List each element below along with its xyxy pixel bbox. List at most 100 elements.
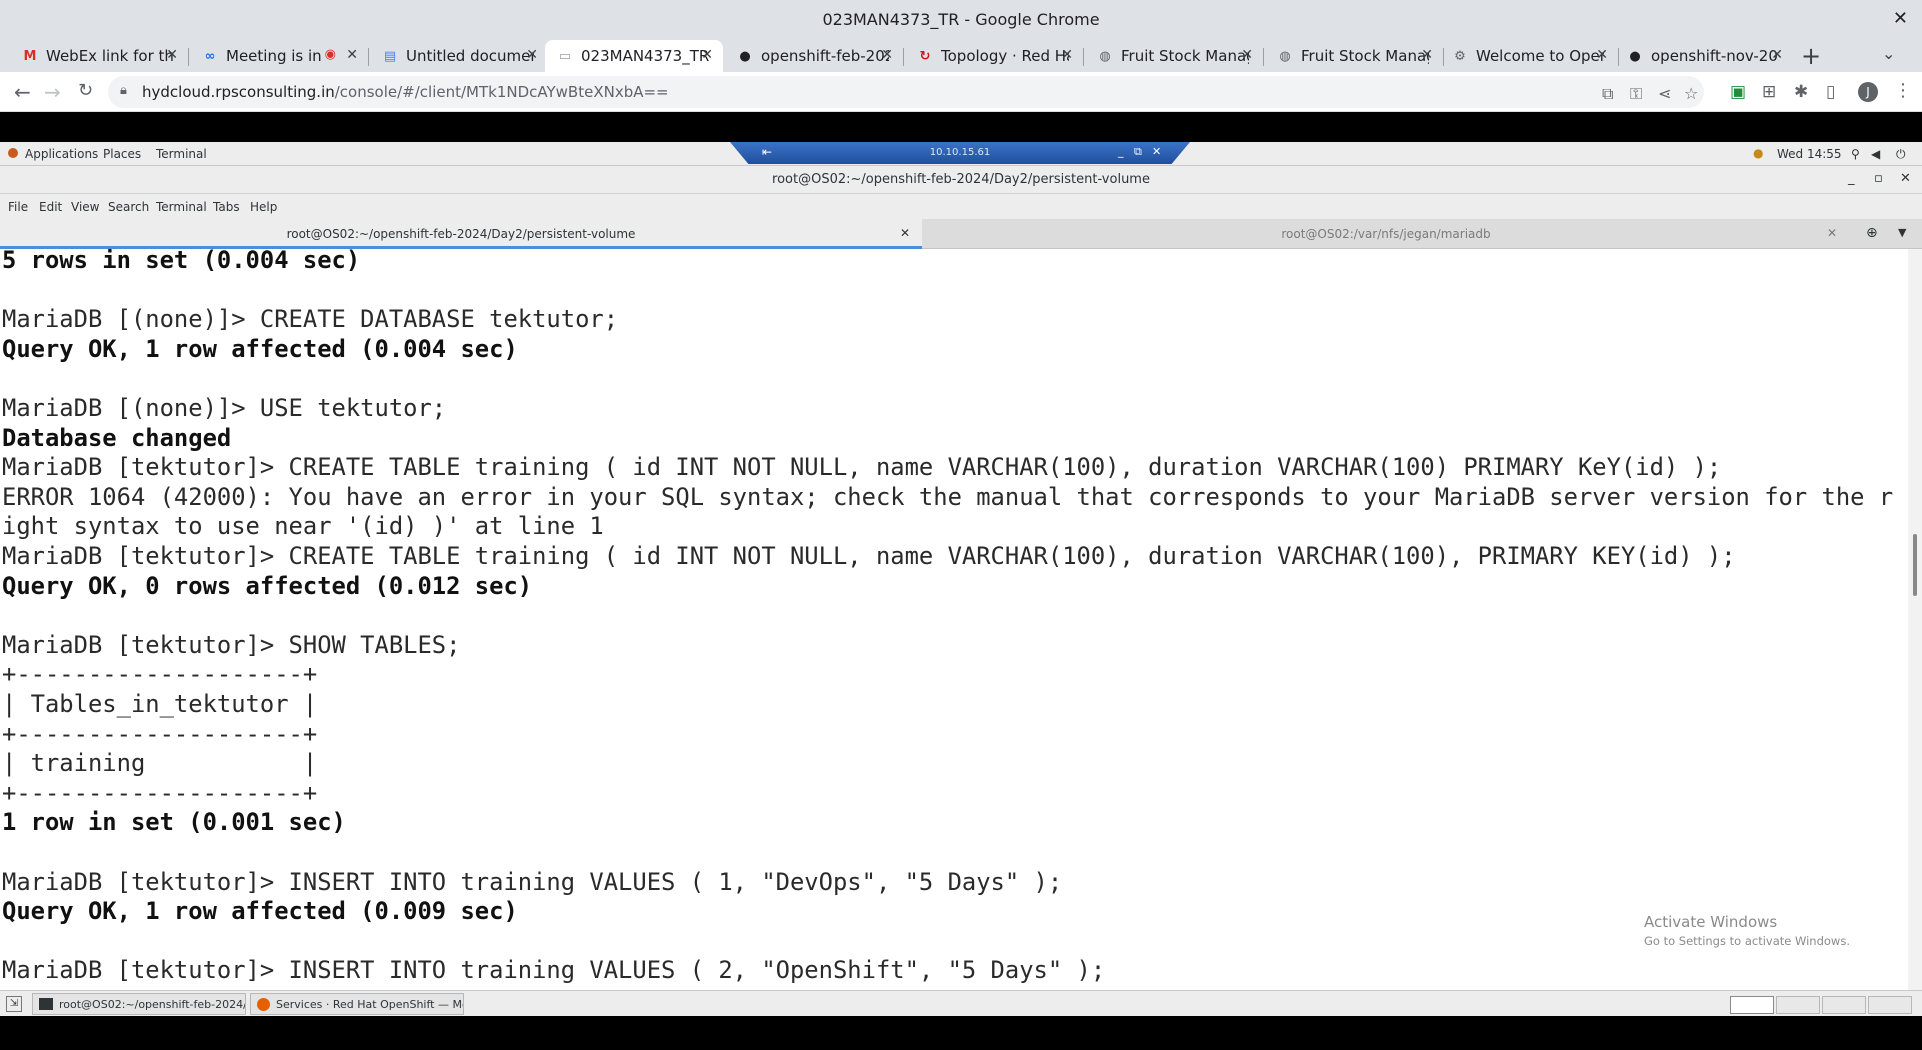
terminal-scrollbar[interactable]	[1908, 249, 1922, 990]
tab-list-chevron-down-icon[interactable]: ▼	[1898, 226, 1906, 239]
terminal-close-icon[interactable]: ✕	[1900, 171, 1911, 186]
install-app-icon[interactable]: ⧉	[1602, 84, 1613, 104]
terminal-line: 1 row in set (0.001 sec)	[2, 808, 346, 837]
globe-icon: ◍	[1099, 48, 1111, 64]
puzzle-icon[interactable]: ✱	[1794, 82, 1808, 102]
window-close-icon[interactable]: ✕	[1893, 8, 1908, 29]
confluence-icon: ∞	[204, 48, 216, 64]
places-menu[interactable]: Places	[103, 147, 141, 161]
tab-close-icon[interactable]: ✕	[1771, 47, 1783, 63]
remote-close-icon[interactable]: ✕	[1152, 145, 1161, 158]
close-icon[interactable]: ✕	[900, 226, 910, 240]
menu-terminal[interactable]: Terminal	[156, 200, 207, 214]
workspace-2[interactable]	[1776, 996, 1820, 1014]
browser-tab[interactable]: ● openshift-nov-2023✕	[1615, 40, 1793, 72]
extension-icon[interactable]: ⊞	[1762, 82, 1776, 102]
volume-icon[interactable]: ◀︎	[1871, 147, 1880, 161]
browser-tab-label: openshift-feb-2024	[761, 47, 889, 65]
terminal-line: ight syntax to use near '(id) )' at line…	[2, 512, 604, 541]
tab-close-icon[interactable]: ✕	[1241, 47, 1253, 63]
browser-tab[interactable]: ◍ Fruit Stock Manager✕	[1265, 40, 1443, 72]
browser-tab[interactable]: M WebEx link for the ✕	[10, 40, 188, 72]
menu-view[interactable]: View	[71, 200, 99, 214]
terminal-line: MariaDB [(none)]> CREATE DATABASE tektut…	[2, 305, 619, 334]
browser-tab[interactable]: ▭ 023MAN4373_TR ✕	[545, 40, 723, 72]
tab-close-icon[interactable]: ✕	[881, 47, 893, 63]
taskbar-item-firefox[interactable]: Services · Red Hat OpenShift — Mo...	[250, 993, 464, 1015]
new-tab-icon[interactable]: ⊕	[1866, 225, 1878, 241]
menu-tabs[interactable]: Tabs	[213, 200, 240, 214]
remote-session-border	[0, 112, 1922, 142]
openshift-icon: ↻	[919, 48, 931, 64]
workspace-3[interactable]	[1822, 996, 1866, 1014]
share-icon[interactable]: ⋖	[1658, 84, 1671, 103]
tab-close-icon[interactable]: ✕	[701, 47, 713, 63]
tab-close-icon[interactable]: ✕	[346, 47, 358, 63]
browser-tab-label: WebEx link for the	[46, 47, 174, 65]
terminal-line: MariaDB [(none)]> USE tektutor;	[2, 394, 447, 422]
browser-tab[interactable]: ▤ Untitled document ✕	[370, 40, 548, 72]
network-icon[interactable]: ⚲	[1851, 147, 1860, 161]
terminal-output[interactable]: Activate Windows Go to Settings to activ…	[0, 249, 1922, 990]
tab-separator	[903, 48, 904, 66]
browser-toolbar: ← → ↻ 🔒︎ hydcloud.rpsconsulting.in/conso…	[0, 72, 1922, 112]
key-icon[interactable]: ⚿	[1630, 84, 1642, 104]
browser-tab-label: Untitled document	[406, 47, 534, 65]
browser-tab[interactable]: ∞ Meeting is in ◉ ✕	[190, 40, 368, 72]
chrome-menu-icon[interactable]: ⋮	[1894, 80, 1912, 101]
terminal-tabs: root@OS02:~/openshift-feb-2024/Day2/pers…	[0, 219, 1922, 249]
clock[interactable]: Wed 14:55	[1777, 147, 1842, 161]
menu-edit[interactable]: Edit	[39, 200, 62, 214]
tab-close-icon[interactable]: ✕	[1061, 47, 1073, 63]
browser-tab-label: Welcome to OpenShift	[1476, 47, 1604, 65]
tab-close-icon[interactable]: ✕	[1421, 47, 1433, 63]
address-bar[interactable]: 🔒︎ hydcloud.rpsconsulting.in/console/#/c…	[108, 76, 1704, 108]
terminal-tab-mariadb[interactable]: root@OS02:/var/nfs/jegan/mariadb ✕	[923, 219, 1849, 249]
power-icon[interactable]: ⏻	[1896, 147, 1906, 162]
applications-menu[interactable]: Applications	[25, 147, 98, 161]
gnome-taskbar: ⇲ root@OS02:~/openshift-feb-2024/... Ser…	[0, 990, 1922, 1016]
taskbar-item-label: Services · Red Hat OpenShift — Mo...	[276, 997, 464, 1011]
remote-desktop-bar[interactable]: ⇤ 10.10.15.61 _ ⧉ ✕	[730, 142, 1190, 164]
browser-tab-label: 023MAN4373_TR	[581, 47, 709, 65]
menu-help[interactable]: Help	[250, 200, 277, 214]
new-tab-button[interactable]: +	[1801, 42, 1821, 70]
profile-avatar[interactable]: J	[1858, 82, 1878, 102]
browser-tab-label: Fruit Stock Manager	[1301, 47, 1429, 65]
browser-tab[interactable]: ↻ Topology · Red Hat ✕	[905, 40, 1083, 72]
terminal-line: Query OK, 0 rows affected (0.012 sec)	[2, 571, 533, 600]
workspace-4[interactable]	[1868, 996, 1912, 1014]
terminal-launcher[interactable]: Terminal	[156, 147, 207, 161]
terminal-minimize-icon[interactable]: _	[1848, 171, 1855, 186]
remote-minimize-icon[interactable]: _	[1118, 145, 1124, 158]
show-desktop-icon[interactable]: ⇲	[6, 996, 22, 1012]
update-icon[interactable]: ●	[1753, 146, 1763, 160]
browser-tab[interactable]: ⚙ Welcome to OpenShift✕	[1440, 40, 1618, 72]
bookmark-star-icon[interactable]: ☆	[1684, 84, 1698, 103]
terminal-maximize-icon[interactable]: ▫	[1874, 171, 1883, 186]
browser-window-title: 023MAN4373_TR - Google Chrome	[822, 10, 1100, 29]
browser-tab[interactable]: ◍ Fruit Stock Manager✕	[1085, 40, 1263, 72]
remote-restore-icon[interactable]: ⧉	[1134, 145, 1142, 159]
reload-icon[interactable]: ↻	[78, 80, 93, 101]
workspace-1[interactable]	[1730, 996, 1774, 1014]
taskbar-item-terminal[interactable]: root@OS02:~/openshift-feb-2024/...	[32, 993, 246, 1015]
tab-close-icon[interactable]: ✕	[166, 47, 178, 63]
menu-search[interactable]: Search	[108, 200, 149, 214]
address-url[interactable]: hydcloud.rpsconsulting.in/console/#/clie…	[142, 83, 669, 101]
tab-search-chevron-icon[interactable]: ⌄	[1882, 44, 1895, 63]
browser-tab[interactable]: ● openshift-feb-2024✕	[725, 40, 903, 72]
close-icon[interactable]: ✕	[1827, 226, 1837, 240]
tab-close-icon[interactable]: ✕	[526, 47, 538, 63]
forward-arrow-icon[interactable]: →	[44, 80, 61, 104]
remote-session-border-bottom	[0, 1016, 1922, 1050]
back-arrow-icon[interactable]: ←	[14, 80, 31, 104]
extension-badge-icon[interactable]: ▣	[1730, 82, 1746, 102]
terminal-scroll-thumb[interactable]	[1913, 534, 1917, 596]
terminal-tab-persistent-volume[interactable]: root@OS02:~/openshift-feb-2024/Day2/pers…	[0, 219, 922, 249]
tab-close-icon[interactable]: ✕	[1596, 47, 1608, 63]
tab-separator	[368, 48, 369, 66]
side-panel-icon[interactable]: ▯	[1826, 82, 1835, 102]
menu-file[interactable]: File	[8, 200, 28, 214]
terminal-line: MariaDB [tektutor]> INSERT INTO training…	[2, 956, 1106, 985]
